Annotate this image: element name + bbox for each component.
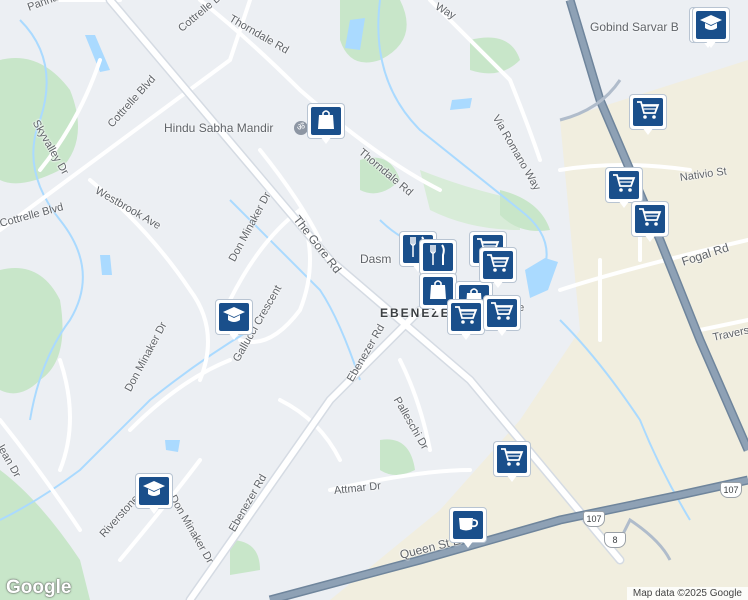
google-logo: Google bbox=[6, 577, 72, 598]
graduation-cap-icon bbox=[222, 304, 246, 331]
place-label-gobind-sarvar[interactable]: Gobind Sarvar B bbox=[590, 20, 679, 34]
coffee-cup-icon bbox=[456, 512, 480, 539]
street-label-dasm: Dasm bbox=[360, 252, 392, 266]
shopping-cart-icon bbox=[636, 99, 660, 126]
map-attribution[interactable]: Map data ©2025 Google bbox=[626, 587, 748, 600]
map-pin-shopping-cart[interactable] bbox=[480, 248, 516, 288]
graduation-cap-icon bbox=[699, 12, 723, 39]
shopping-cart-icon bbox=[612, 172, 636, 199]
map-pin-graduation-cap[interactable] bbox=[216, 300, 252, 340]
shopping-cart-icon bbox=[500, 446, 524, 473]
map-pin-graduation-cap[interactable] bbox=[136, 474, 172, 514]
shopping-bag-icon bbox=[426, 278, 450, 305]
shopping-cart-icon bbox=[454, 304, 478, 331]
graduation-cap-icon bbox=[142, 478, 166, 505]
highway-shield-107: 107 bbox=[583, 511, 605, 527]
place-label-hindu-sabha-mandir[interactable]: Hindu Sabha Mandir bbox=[164, 121, 273, 135]
map-base-layer bbox=[0, 0, 748, 600]
map-pin-shopping-cart[interactable] bbox=[484, 296, 520, 336]
map-pin-shopping-cart[interactable] bbox=[448, 300, 484, 340]
shopping-cart-icon bbox=[638, 206, 662, 233]
highway-shield-107: 107 bbox=[720, 482, 742, 498]
map-canvas[interactable]: Panna Cottrelle Blvd Cottrelle Blvd Cott… bbox=[0, 0, 748, 600]
fork-knife-icon bbox=[426, 243, 450, 271]
shopping-bag-icon bbox=[314, 108, 338, 135]
shopping-cart-icon bbox=[490, 300, 514, 327]
temple-icon[interactable]: ॐ bbox=[294, 121, 308, 135]
map-pin-shopping-bag[interactable] bbox=[308, 104, 344, 144]
map-pin-shopping-cart[interactable] bbox=[630, 95, 666, 135]
shopping-cart-icon bbox=[486, 252, 510, 279]
map-pin-shopping-cart[interactable] bbox=[494, 442, 530, 482]
map-pin-shopping-cart[interactable] bbox=[632, 202, 668, 242]
highway-shield-8: 8 bbox=[604, 532, 626, 548]
map-pin-graduation-cap[interactable] bbox=[693, 8, 729, 48]
map-pin-coffee-cup[interactable] bbox=[450, 508, 486, 548]
